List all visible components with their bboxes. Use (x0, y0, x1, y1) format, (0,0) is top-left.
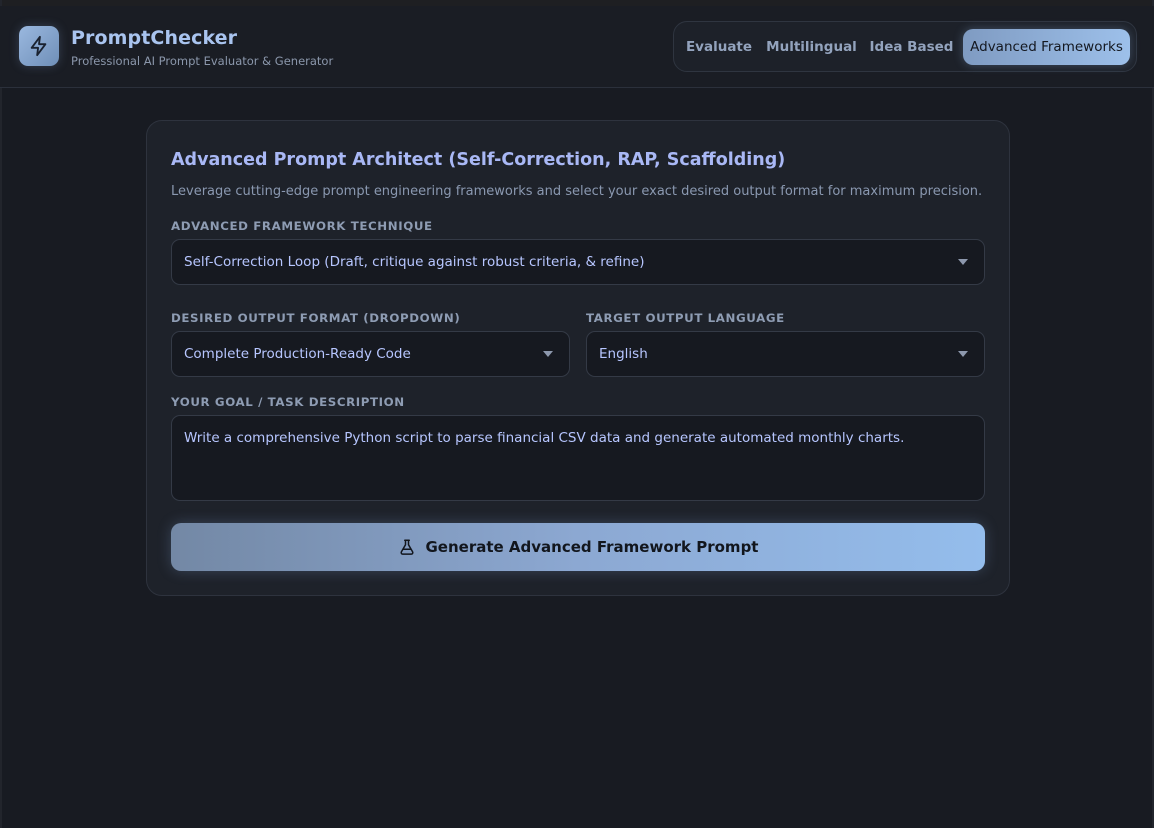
window-left-edge (0, 0, 2, 828)
app-title: PromptChecker (71, 27, 238, 49)
output-format-value: Complete Production-Ready Code (184, 346, 411, 362)
flask-icon (398, 538, 416, 556)
goal-textarea[interactable]: Write a comprehensive Python script to p… (171, 415, 985, 501)
framework-technique-select[interactable]: Self-Correction Loop (Draft, critique ag… (171, 239, 985, 285)
generate-framework-prompt-button[interactable]: Generate Advanced Framework Prompt (171, 523, 985, 571)
tab-multilingual[interactable]: Multilingual (766, 29, 857, 65)
goal-label: YOUR GOAL / TASK DESCRIPTION (171, 395, 405, 409)
tab-evaluate[interactable]: Evaluate (682, 29, 756, 65)
chevron-down-icon (543, 351, 553, 357)
output-format-select[interactable]: Complete Production-Ready Code (171, 331, 570, 377)
output-format-label: DESIRED OUTPUT FORMAT (DROPDOWN) (171, 311, 461, 325)
chevron-down-icon (958, 351, 968, 357)
tab-advanced-frameworks[interactable]: Advanced Frameworks (963, 29, 1130, 65)
app-root: PromptChecker Professional AI Prompt Eva… (0, 0, 1154, 828)
output-language-label: TARGET OUTPUT LANGUAGE (586, 311, 785, 325)
tab-idea-based[interactable]: Idea Based (869, 29, 954, 65)
mode-tabs: Evaluate Multilingual Idea Based Advance… (673, 21, 1137, 72)
chevron-down-icon (958, 259, 968, 265)
output-language-value: English (599, 346, 648, 362)
card-description: Leverage cutting-edge prompt engineering… (171, 184, 983, 199)
card-title: Advanced Prompt Architect (Self-Correcti… (171, 150, 786, 170)
generate-button-label: Generate Advanced Framework Prompt (425, 538, 759, 556)
app-subtitle: Professional AI Prompt Evaluator & Gener… (71, 54, 334, 68)
advanced-architect-card: Advanced Prompt Architect (Self-Correcti… (146, 120, 1010, 596)
framework-technique-label: ADVANCED FRAMEWORK TECHNIQUE (171, 219, 433, 233)
lightning-bolt-icon (30, 35, 47, 57)
app-logo (19, 26, 59, 66)
output-language-select[interactable]: English (586, 331, 985, 377)
app-header: PromptChecker Professional AI Prompt Eva… (0, 6, 1154, 88)
framework-technique-value: Self-Correction Loop (Draft, critique ag… (184, 254, 645, 270)
